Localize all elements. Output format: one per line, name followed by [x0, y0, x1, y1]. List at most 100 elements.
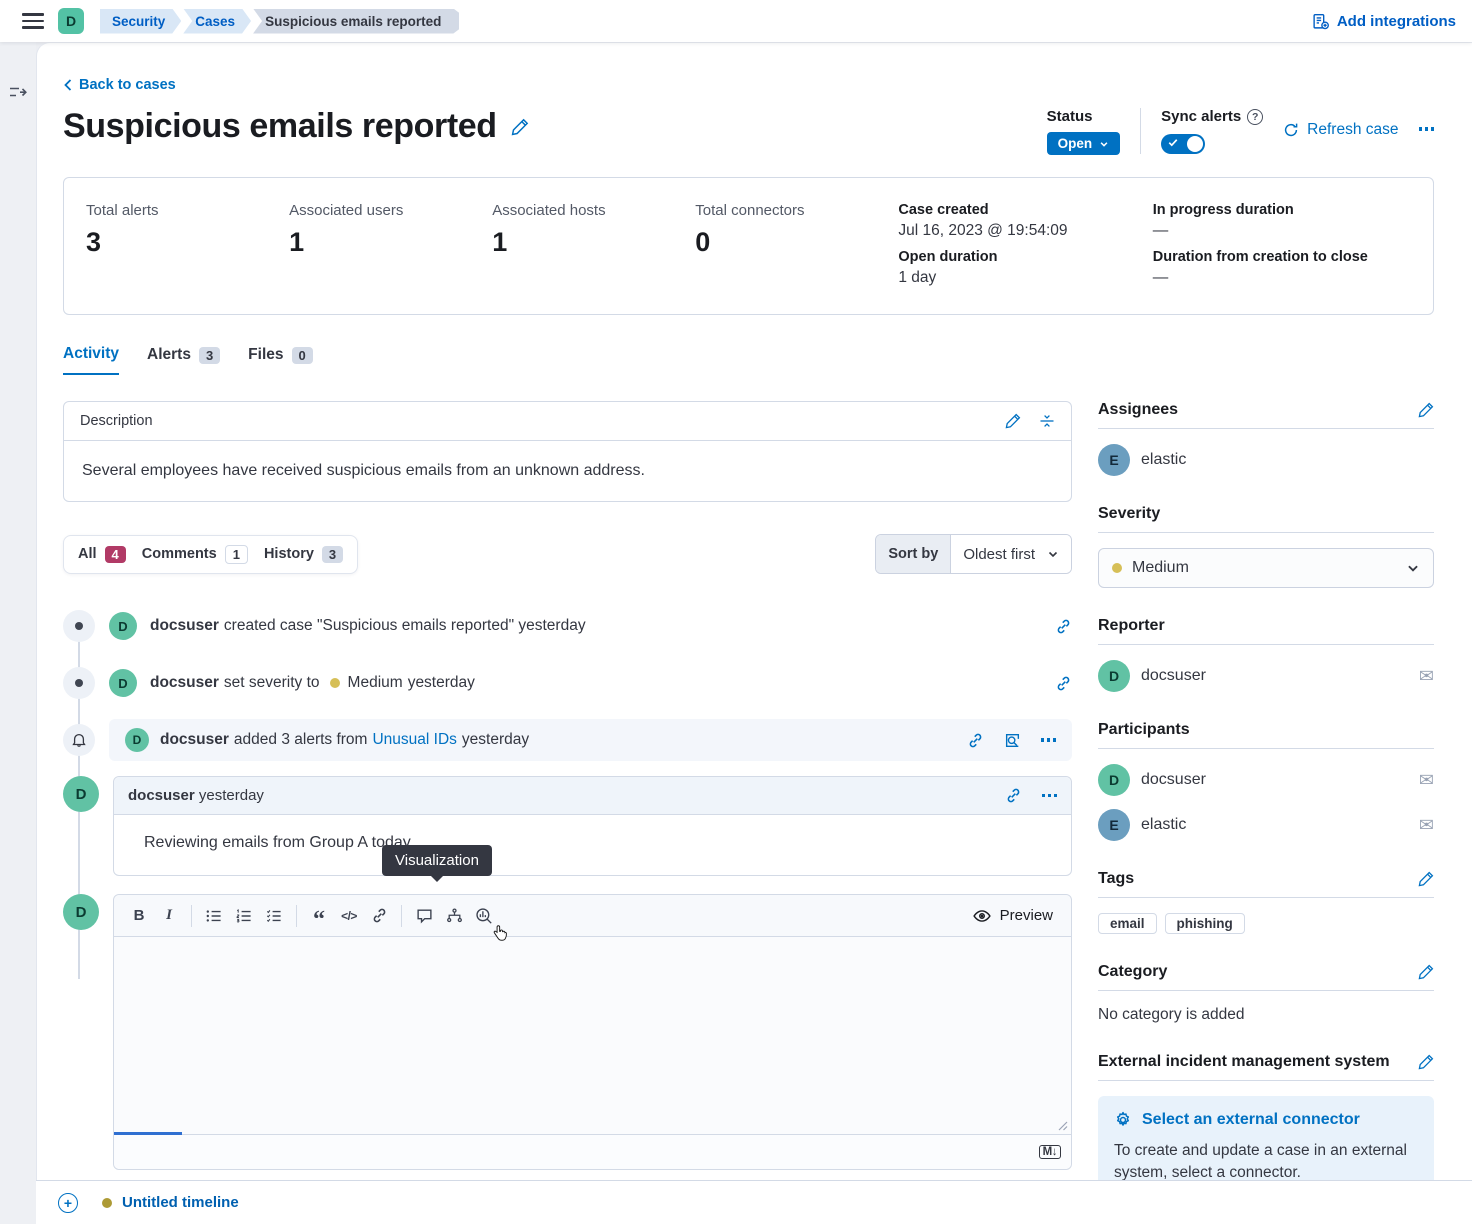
description-panel: Description Sev [63, 401, 1072, 502]
reporter-name: docsuser [1141, 667, 1206, 685]
preview-button[interactable]: Preview [973, 907, 1053, 925]
breadcrumb: Security Cases Suspicious emails reporte… [100, 9, 461, 34]
tag-badge: phishing [1165, 913, 1245, 934]
tab-files[interactable]: Files 0 [248, 345, 313, 375]
history-count-badge: 3 [322, 546, 343, 563]
resize-handle[interactable] [1058, 1121, 1068, 1131]
severity-medium-dot [330, 678, 340, 688]
chevron-left-icon [63, 79, 73, 91]
email-icon[interactable]: ✉ [1419, 770, 1434, 791]
menu-icon[interactable] [22, 13, 44, 29]
event-username: docsuser [150, 617, 219, 635]
category-empty-text: No category is added [1098, 1006, 1434, 1024]
assignees-title: Assignees [1098, 401, 1178, 419]
edit-connector-pencil-icon[interactable] [1418, 1054, 1434, 1070]
edit-title-pencil-icon[interactable] [511, 118, 529, 136]
participants-title: Participants [1098, 721, 1190, 739]
description-title: Description [80, 413, 153, 429]
severity-medium-dot [1112, 563, 1122, 573]
comment-time: yesterday [199, 787, 264, 804]
files-count-badge: 0 [292, 347, 313, 364]
task-list-button[interactable] [259, 901, 289, 931]
code-button[interactable]: </> [334, 901, 364, 931]
add-timeline-icon[interactable]: + [58, 1193, 78, 1213]
mouse-pointer-icon [493, 924, 508, 942]
comment-actions-more-icon[interactable] [1042, 794, 1058, 798]
alerts-added-row: D docsuser added 3 alerts from Unusual I… [109, 719, 1072, 761]
comment-textarea[interactable] [114, 937, 1071, 1135]
ordered-list-button[interactable] [229, 901, 259, 931]
copy-link-icon[interactable] [1005, 787, 1022, 804]
event-username: docsuser [150, 674, 219, 692]
event-text: set severity to [224, 674, 320, 692]
italic-button[interactable]: I [154, 901, 184, 931]
case-actions-more-icon[interactable] [1419, 127, 1435, 131]
cases-connector-button[interactable] [439, 901, 469, 931]
reporter-row: D docsuser ✉ [1098, 660, 1434, 692]
filter-comments[interactable]: Comments 1 [142, 545, 248, 564]
timeline-comment-button[interactable] [409, 901, 439, 931]
markdown-editor-panel: Visualization B I [113, 894, 1072, 1170]
assignee-name: elastic [1141, 451, 1186, 469]
reporter-section: Reporter D docsuser ✉ [1098, 617, 1434, 692]
timeline-status-dot [102, 1198, 112, 1208]
tab-alerts[interactable]: Alerts 3 [147, 345, 220, 375]
top-navigation-bar: D Security Cases Suspicious emails repor… [0, 0, 1472, 42]
reporter-title: Reporter [1098, 617, 1165, 635]
untitled-timeline-link[interactable]: Untitled timeline [122, 1194, 239, 1211]
edit-category-pencil-icon[interactable] [1418, 964, 1434, 980]
refresh-case-button[interactable]: Refresh case [1283, 121, 1398, 139]
severity-select[interactable]: Medium [1098, 548, 1434, 588]
category-section: Category No category is added [1098, 963, 1434, 1024]
select-external-connector-link[interactable]: Select an external connector [1114, 1111, 1418, 1129]
editor-footer: M↓ [114, 1135, 1071, 1169]
eye-icon [973, 907, 991, 925]
copy-link-icon[interactable] [1055, 618, 1072, 635]
expand-flyout-icon[interactable] [9, 84, 27, 100]
status-open-button[interactable]: Open [1047, 132, 1121, 155]
space-avatar[interactable]: D [58, 8, 84, 34]
markdown-icon[interactable]: M↓ [1039, 1145, 1061, 1159]
status-block: Status Open [1047, 108, 1121, 155]
sync-alerts-toggle[interactable] [1161, 134, 1205, 154]
copy-link-icon[interactable] [1055, 675, 1072, 692]
add-integrations-icon [1312, 13, 1329, 30]
visualization-button[interactable] [469, 901, 499, 931]
add-integrations-button[interactable]: Add integrations [1312, 13, 1456, 30]
filter-all[interactable]: All 4 [78, 546, 126, 563]
email-icon[interactable]: ✉ [1419, 666, 1434, 687]
event-text: added 3 alerts from [234, 731, 368, 749]
sort-order-select[interactable]: Oldest first [951, 535, 1071, 573]
bold-button[interactable]: B [124, 901, 154, 931]
tags-title: Tags [1098, 870, 1134, 888]
severity-section: Severity Medium [1098, 505, 1434, 588]
investigate-in-timeline-icon[interactable] [1004, 732, 1021, 749]
severity-value: Medium [348, 674, 403, 692]
avatar: E [1098, 444, 1130, 476]
chevron-down-icon [1099, 139, 1109, 149]
edit-description-pencil-icon[interactable] [1005, 413, 1021, 429]
copy-link-icon[interactable] [967, 732, 984, 749]
breadcrumb-cases[interactable]: Cases [183, 9, 251, 34]
link-button[interactable] [364, 901, 394, 931]
unusual-ids-link[interactable]: Unusual IDs [372, 731, 456, 749]
category-title: Category [1098, 963, 1167, 981]
event-text: created case "Suspicious emails reported… [224, 617, 586, 635]
edit-assignees-pencil-icon[interactable] [1418, 402, 1434, 418]
edit-tags-pencil-icon[interactable] [1418, 871, 1434, 887]
collapse-description-icon[interactable] [1039, 413, 1055, 429]
back-to-cases-link[interactable]: Back to cases [63, 77, 176, 93]
user-comment: D docsuser yesterday [63, 776, 1072, 876]
help-question-icon[interactable]: ? [1247, 109, 1263, 125]
alert-actions-more-icon[interactable] [1041, 738, 1057, 742]
bell-icon [63, 724, 95, 756]
quote-button[interactable]: “ [304, 901, 334, 931]
filter-history[interactable]: History 3 [264, 546, 343, 563]
breadcrumb-security[interactable]: Security [100, 9, 181, 34]
email-icon[interactable]: ✉ [1419, 815, 1434, 836]
tab-activity[interactable]: Activity [63, 345, 119, 375]
alerts-count-badge: 3 [199, 347, 220, 364]
case-dates-column: Case created Jul 16, 2023 @ 19:54:09 Ope… [898, 202, 1152, 296]
unordered-list-button[interactable] [199, 901, 229, 931]
avatar: D [1098, 764, 1130, 796]
